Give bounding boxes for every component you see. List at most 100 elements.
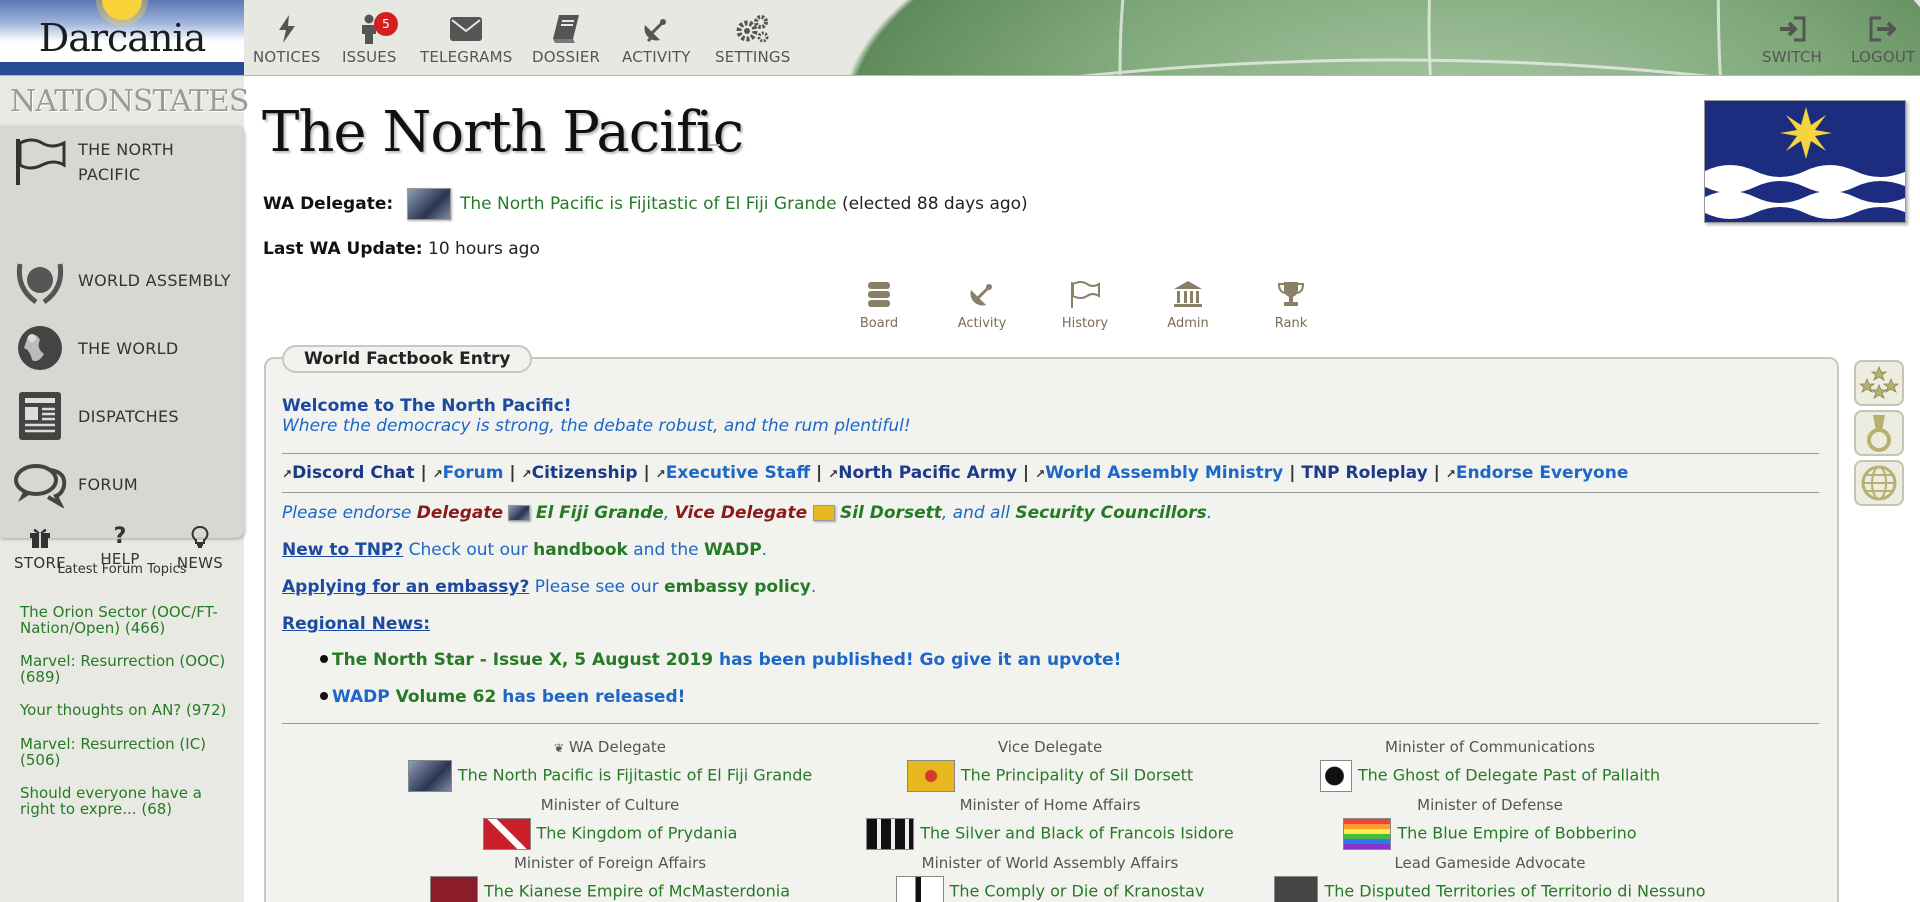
embassy-policy-link[interactable]: embassy policy xyxy=(664,577,811,597)
volume-link[interactable]: Volume 62 xyxy=(390,687,497,707)
flag-icon xyxy=(1069,280,1101,312)
nav-activity[interactable]: ACTIVITY xyxy=(622,14,691,66)
tab-admin[interactable]: Admin xyxy=(1148,280,1228,331)
tagline-text: Where the democracy is strong, the debat… xyxy=(282,416,911,436)
officer-flag xyxy=(407,760,452,792)
switch-button[interactable]: SWITCH xyxy=(1762,14,1822,66)
link-separator: | xyxy=(643,463,650,483)
welcome-text: Welcome to The North Pacific! xyxy=(282,396,572,416)
officer-card: Minister of Home Affairs The Silver and … xyxy=(860,796,1240,850)
sidebar-item-forum[interactable]: FORUM xyxy=(0,460,244,508)
stars-badge[interactable] xyxy=(1854,360,1904,406)
officer-name-link[interactable]: The Silver and Black of Francois Isidore xyxy=(920,824,1233,843)
speech-bubbles-icon xyxy=(12,456,68,512)
vice-delegate-name-link[interactable]: Sil Dorsett xyxy=(840,503,942,523)
nav-telegrams[interactable]: TELEGRAMS xyxy=(420,14,512,66)
officer-name-link[interactable]: The North Pacific is Fijitastic of El Fi… xyxy=(458,766,812,785)
tab-label: History xyxy=(1061,316,1109,331)
delegate-flag-thumb xyxy=(406,188,451,220)
nav-settings-label: SETTINGS xyxy=(715,48,791,66)
sidebar-item-the-world[interactable]: THE WORLD xyxy=(0,324,244,372)
endorse-line: Please endorse Delegate El Fiji Grande , … xyxy=(282,503,1212,523)
medal-badge[interactable] xyxy=(1854,410,1904,456)
link-world-assembly-ministry[interactable]: World Assembly Ministry xyxy=(1045,463,1283,483)
sidebar-item-the-north-pacific[interactable]: THE NORTH PACIFIC xyxy=(0,132,244,192)
lightning-icon xyxy=(277,14,297,44)
new-to-tnp-text: and the xyxy=(627,540,704,560)
gift-icon xyxy=(29,526,51,552)
nav-issues[interactable]: ISSUES 5 xyxy=(342,12,398,66)
north-star-link[interactable]: The North Star - Issue X, 5 August 2019 xyxy=(332,650,713,670)
satellite-icon xyxy=(968,280,996,312)
trophy-icon xyxy=(1276,280,1306,312)
tab-rank[interactable]: Rank xyxy=(1251,280,1331,331)
logout-button[interactable]: LOGOUT xyxy=(1851,14,1915,66)
link-citizenship[interactable]: Citizenship xyxy=(532,463,638,483)
book-icon xyxy=(553,14,580,44)
sidebar-item-label: THE WORLD xyxy=(78,338,179,358)
medal-icon xyxy=(1867,415,1891,452)
officer-flag xyxy=(482,818,531,850)
sidebar-nav: THE NORTH PACIFIC WORLD ASSEMBLY THE WOR… xyxy=(0,126,244,572)
tab-activity[interactable]: Activity xyxy=(942,280,1022,331)
forum-topic-link[interactable]: Your thoughts on AN? (972) xyxy=(20,702,235,718)
forum-topic-link[interactable]: Marvel: Resurrection (IC) (506) xyxy=(20,736,235,768)
delegate-label: Delegate xyxy=(416,503,504,523)
officer-name-link[interactable]: The Comply or Die of Kranostav xyxy=(950,882,1205,901)
tab-label: Admin xyxy=(1167,316,1209,331)
sign-out-icon xyxy=(1869,14,1898,44)
link-forum[interactable]: Forum xyxy=(443,463,504,483)
officer-card: Minister of Culture The Kingdom of Pryda… xyxy=(440,796,780,850)
tab-label: Activity xyxy=(957,316,1007,331)
tab-history[interactable]: History xyxy=(1045,280,1125,331)
officer-card: Vice Delegate The Principality of Sil Do… xyxy=(890,738,1210,792)
officer-name-link[interactable]: The Kianese Empire of McMasterdonia xyxy=(484,882,790,901)
officer-name-link[interactable]: The Kingdom of Prydania xyxy=(537,824,738,843)
nav-dossier[interactable]: DOSSIER xyxy=(532,14,600,66)
link-discord-chat[interactable]: Discord Chat xyxy=(292,463,414,483)
link-north-pacific-army[interactable]: North Pacific Army xyxy=(838,463,1017,483)
new-to-tnp-text: . xyxy=(761,540,768,560)
tab-board[interactable]: Board xyxy=(839,280,919,331)
wadp-link[interactable]: WADP xyxy=(704,540,762,560)
officer-name-link[interactable]: The Disputed Territories of Territorio d… xyxy=(1324,882,1705,901)
link-endorse-everyone[interactable]: Endorse Everyone xyxy=(1456,463,1629,483)
globe-icon xyxy=(1861,465,1897,501)
wadp-link[interactable]: WADP xyxy=(332,687,390,707)
sidebar-item-world-assembly[interactable]: WORLD ASSEMBLY xyxy=(0,256,244,305)
forum-topic-link[interactable]: Marvel: Resurrection (OOC) (689) xyxy=(20,653,235,685)
rss-icon[interactable] xyxy=(708,140,720,146)
embassy-text: Please see our xyxy=(529,577,665,597)
site-title[interactable]: NATIONSTATES xyxy=(10,84,249,119)
nav-settings[interactable]: SETTINGS xyxy=(715,14,790,66)
officer-card: Lead Gameside Advocate The Disputed Terr… xyxy=(1270,854,1710,902)
wa-delegate-link[interactable]: The North Pacific is Fijitastic of El Fi… xyxy=(460,194,837,214)
security-councillors-link[interactable]: Security Councillors xyxy=(1015,503,1206,523)
handbook-link[interactable]: handbook xyxy=(533,540,628,560)
nav-notices-label: NOTICES xyxy=(253,48,321,66)
officer-card: Minister of Communications The Ghost of … xyxy=(1300,738,1680,792)
last-update-line: Last WA Update: 10 hours ago xyxy=(263,239,540,259)
nation-name: Darcania xyxy=(38,16,207,60)
globe-badge[interactable] xyxy=(1854,460,1904,506)
officer-name-link[interactable]: The Principality of Sil Dorsett xyxy=(961,766,1193,785)
link-executive-staff[interactable]: Executive Staff xyxy=(666,463,810,483)
link-tnp-roleplay[interactable]: TNP Roleplay xyxy=(1301,463,1427,483)
nation-logo[interactable]: Darcania xyxy=(0,0,244,75)
region-flag xyxy=(1704,100,1906,223)
forum-topic-link[interactable]: The Orion Sector (OOC/FT-Nation/Open) (4… xyxy=(20,604,235,636)
header-globe-art xyxy=(845,0,1920,75)
external-link-icon: ↗ xyxy=(521,467,532,481)
officer-flag xyxy=(895,876,944,902)
sidebar-item-dispatches[interactable]: DISPATCHES xyxy=(0,392,244,440)
nav-notices[interactable]: NOTICES xyxy=(253,14,321,66)
nav-issues-label: ISSUES xyxy=(342,48,397,66)
delegate-name-link[interactable]: El Fiji Grande xyxy=(536,503,664,523)
tab-label: Board xyxy=(859,316,899,331)
officer-name-link[interactable]: The Blue Empire of Bobberino xyxy=(1397,824,1636,843)
logout-label: LOGOUT xyxy=(1851,48,1916,66)
stars-icon xyxy=(1859,365,1899,399)
forum-topic-link[interactable]: Should everyone have a right to expre...… xyxy=(20,785,235,817)
officer-name-link[interactable]: The Ghost of Delegate Past of Pallaith xyxy=(1358,766,1660,785)
external-link-icon: ↗ xyxy=(1035,467,1046,481)
